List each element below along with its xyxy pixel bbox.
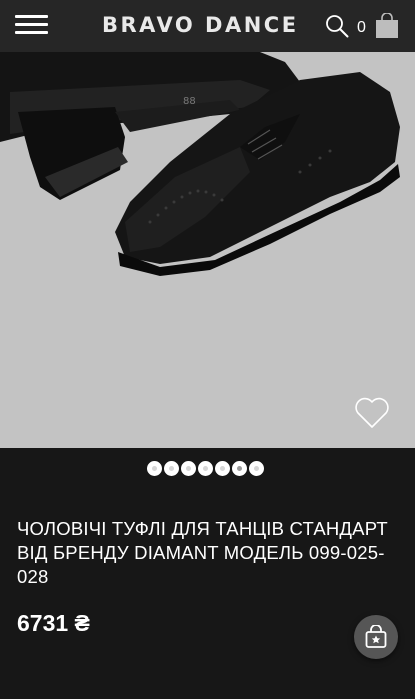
shopping-bag-star-icon [365,625,387,648]
svg-text:88: 88 [183,96,196,107]
site-logo[interactable]: BRAVO DANCE [102,13,299,37]
heart-icon[interactable] [354,396,390,430]
gallery-dot[interactable] [215,461,230,476]
product-image: 88 [0,52,400,276]
hamburger-menu-icon[interactable] [15,14,48,36]
product-price: 6731 ₴ [17,610,90,636]
gallery-dot[interactable] [181,461,196,476]
gallery-dot[interactable] [147,461,162,476]
gallery-dot[interactable] [198,461,213,476]
search-icon[interactable] [325,14,349,38]
cart-count: 0 [357,19,366,36]
site-header: BRAVO DANCE 0 [0,0,415,52]
gallery-dot[interactable] [249,461,264,476]
product-title: ЧОЛОВІЧІ ТУФЛІ ДЛЯ ТАНЦІВ СТАНДАРТ ВІД Б… [17,518,388,587]
gallery-dot-active[interactable] [232,461,247,476]
gallery-dot[interactable] [164,461,179,476]
product-image-gallery[interactable]: 88 [0,52,415,448]
shopping-bag-star-button[interactable] [354,615,398,659]
gallery-pagination [147,461,264,477]
shopping-bag-icon[interactable] [375,12,399,39]
